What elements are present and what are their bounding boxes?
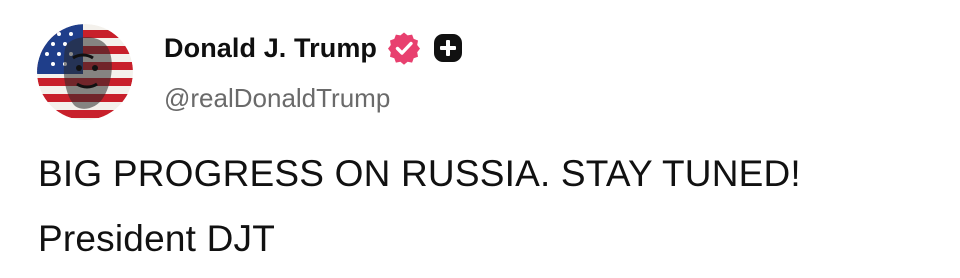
avatar[interactable] [37,24,133,120]
verified-badge-icon [387,31,421,65]
post-card: Donald J. Trump @realDonaldTrump BIG PRO… [0,0,960,278]
author-row: Donald J. Trump [164,28,463,68]
flag-portrait-icon [37,24,133,120]
author-handle[interactable]: @realDonaldTrump [164,83,390,114]
post-signature: President DJT [38,218,276,259]
plus-square-icon[interactable] [433,33,463,63]
post-text-line: BIG PROGRESS ON RUSSIA. STAY TUNED! [38,153,801,194]
author-display-name[interactable]: Donald J. Trump [164,33,377,64]
